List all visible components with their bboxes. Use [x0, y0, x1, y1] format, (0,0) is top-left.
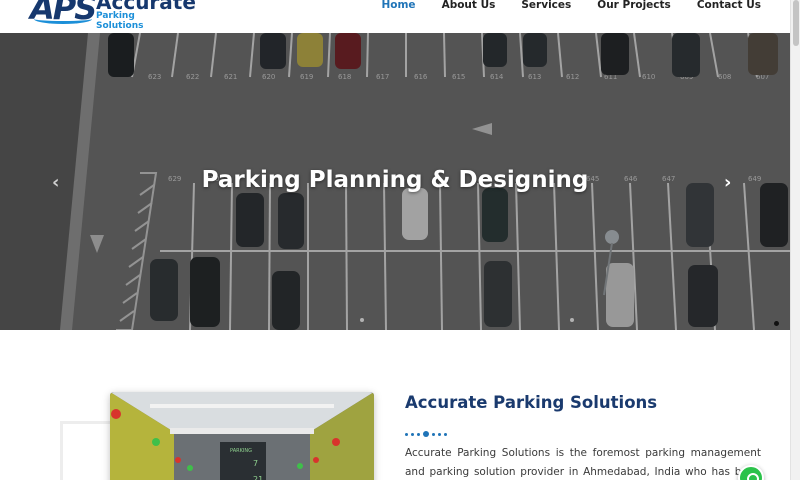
nav-about-us[interactable]: About Us [442, 0, 496, 12]
svg-text:7: 7 [253, 459, 258, 468]
hero-title: Parking Planning & Designing [201, 167, 589, 193]
logo-swoosh-icon [34, 14, 92, 24]
slider-dot[interactable] [360, 318, 364, 322]
chevron-right-icon[interactable]: › [724, 174, 731, 192]
title-divider-dots [405, 431, 447, 437]
slider-dot[interactable] [570, 318, 574, 322]
site-logo[interactable]: APS Accurate Parking Solutions [30, 0, 196, 31]
scrollbar-thumb[interactable] [793, 0, 799, 46]
slider-dot-active[interactable] [774, 321, 779, 326]
svg-text:21: 21 [253, 475, 263, 480]
slider-dots [360, 318, 574, 322]
chevron-left-icon[interactable]: ‹ [52, 174, 59, 192]
svg-text:PARKING: PARKING [230, 448, 252, 454]
page-scrollbar[interactable] [790, 0, 800, 480]
nav-our-projects[interactable]: Our Projects [597, 0, 671, 12]
about-description: Accurate Parking Solutions is the foremo… [405, 447, 761, 478]
site-header: APS Accurate Parking Solutions Home Abou… [0, 0, 790, 33]
nav-services[interactable]: Services [521, 0, 571, 12]
logo-tagline: Parking Solutions [96, 11, 144, 31]
main-nav: Home About Us Services Our Projects Cont… [355, 0, 761, 12]
nav-home[interactable]: Home [381, 0, 415, 12]
parking-guidance-image: PARKING 7 21 [110, 392, 374, 480]
about-title: Accurate Parking Solutions [405, 393, 658, 412]
nav-contact-us[interactable]: Contact Us [697, 0, 761, 12]
hero-slider: 623 622 621 620 619 618 617 616 615 614 613 612 … [0, 33, 790, 330]
